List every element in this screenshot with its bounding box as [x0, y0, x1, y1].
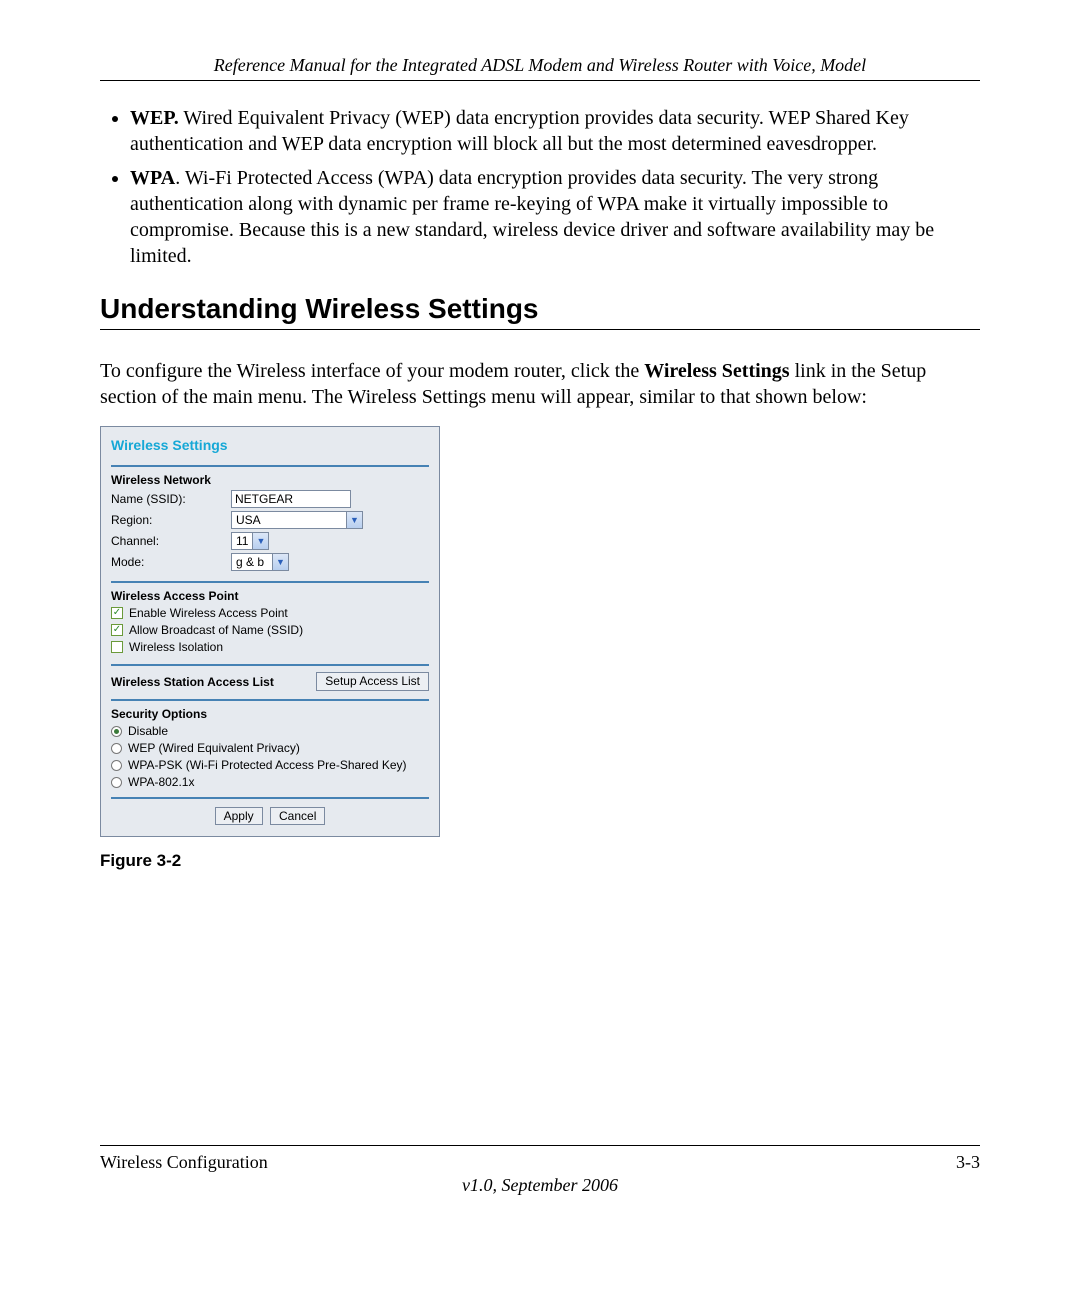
security-wpa-psk-label: WPA-PSK (Wi-Fi Protected Access Pre-Shar… [128, 758, 407, 772]
bullet-wpa-bold: WPA [130, 167, 175, 189]
figure-caption: Figure 3-2 [100, 851, 980, 871]
panel-divider [111, 664, 429, 666]
security-disable-label: Disable [128, 724, 168, 738]
bullet-wep: WEP. Wired Equivalent Privacy (WEP) data… [130, 105, 980, 157]
security-wep-label: WEP (Wired Equivalent Privacy) [128, 741, 300, 755]
apply-button[interactable]: Apply [215, 807, 263, 825]
security-wep-radio[interactable] [111, 743, 122, 754]
running-header: Reference Manual for the Integrated ADSL… [100, 55, 980, 76]
ssid-input[interactable] [231, 490, 351, 508]
wireless-network-heading: Wireless Network [111, 473, 429, 487]
intro-paragraph: To configure the Wireless interface of y… [100, 358, 980, 410]
ssid-label: Name (SSID): [111, 492, 231, 506]
wireless-settings-panel: Wireless Settings Wireless Network Name … [100, 426, 440, 837]
panel-divider [111, 699, 429, 701]
channel-label: Channel: [111, 534, 231, 548]
bullet-wep-text: Wired Equivalent Privacy (WEP) data encr… [130, 107, 909, 155]
bullet-wep-bold: WEP. [130, 107, 179, 129]
wap-heading: Wireless Access Point [111, 589, 429, 603]
page-footer: Wireless Configuration 3-3 v1.0, Septemb… [100, 1127, 980, 1196]
intro-bold: Wireless Settings [644, 360, 789, 382]
section-rule [100, 329, 980, 330]
chevron-down-icon: ▼ [346, 512, 362, 528]
bullet-list: WEP. Wired Equivalent Privacy (WEP) data… [100, 105, 980, 269]
panel-divider [111, 465, 429, 467]
chevron-down-icon: ▼ [272, 554, 288, 570]
wsal-label: Wireless Station Access List [111, 675, 274, 689]
bullet-wpa-text: . Wi-Fi Protected Access (WPA) data encr… [130, 167, 934, 267]
region-select[interactable]: USA ▼ [231, 511, 363, 529]
broadcast-ssid-label: Allow Broadcast of Name (SSID) [129, 623, 303, 637]
security-wpa-psk-radio[interactable] [111, 760, 122, 771]
panel-title: Wireless Settings [111, 437, 429, 453]
intro-pre: To configure the Wireless interface of y… [100, 360, 644, 382]
footer-rule [100, 1145, 980, 1146]
cancel-button[interactable]: Cancel [270, 807, 325, 825]
security-disable-radio[interactable] [111, 726, 122, 737]
region-value: USA [232, 513, 346, 527]
footer-version: v1.0, September 2006 [100, 1175, 980, 1196]
mode-select[interactable]: g & b ▼ [231, 553, 289, 571]
security-wpa-8021x-label: WPA-802.1x [128, 775, 194, 789]
panel-divider [111, 797, 429, 799]
section-heading: Understanding Wireless Settings [100, 293, 980, 325]
enable-ap-checkbox[interactable]: ✓ [111, 607, 123, 619]
chevron-down-icon: ▼ [252, 533, 268, 549]
region-label: Region: [111, 513, 231, 527]
panel-divider [111, 581, 429, 583]
security-wpa-8021x-radio[interactable] [111, 777, 122, 788]
broadcast-ssid-checkbox[interactable]: ✓ [111, 624, 123, 636]
mode-label: Mode: [111, 555, 231, 569]
header-rule [100, 80, 980, 81]
enable-ap-label: Enable Wireless Access Point [129, 606, 288, 620]
channel-value: 11 [232, 534, 252, 548]
setup-access-list-button[interactable]: Setup Access List [316, 672, 429, 691]
footer-right: 3-3 [956, 1152, 980, 1173]
mode-value: g & b [232, 555, 272, 569]
security-heading: Security Options [111, 707, 429, 721]
wireless-isolation-label: Wireless Isolation [129, 640, 223, 654]
wireless-isolation-checkbox[interactable] [111, 641, 123, 653]
channel-select[interactable]: 11 ▼ [231, 532, 269, 550]
footer-left: Wireless Configuration [100, 1152, 268, 1173]
bullet-wpa: WPA. Wi-Fi Protected Access (WPA) data e… [130, 165, 980, 269]
